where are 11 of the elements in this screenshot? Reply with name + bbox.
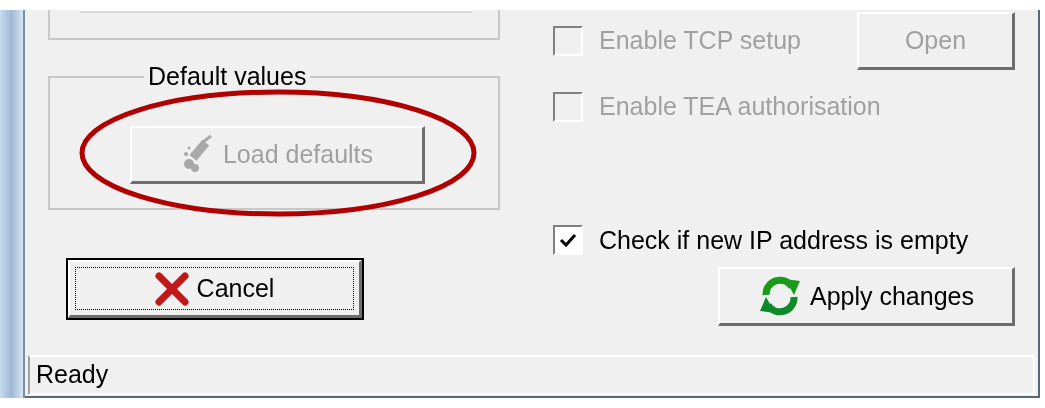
cross-icon [154, 271, 189, 306]
checkbox-label: Enable TCP setup [599, 25, 801, 57]
refresh-icon [758, 275, 802, 317]
apply-changes-button[interactable]: Apply changes [718, 267, 1015, 326]
checkbox-label: Check if new IP address is empty [599, 224, 969, 256]
status-text: Ready [36, 359, 109, 391]
cancel-button[interactable]: Cancel [68, 260, 362, 318]
checkbox-label: Enable TEA authorisation [599, 91, 881, 122]
group-title: Default values [147, 61, 308, 92]
check-icon [559, 232, 577, 249]
checkbox[interactable] [553, 225, 583, 256]
